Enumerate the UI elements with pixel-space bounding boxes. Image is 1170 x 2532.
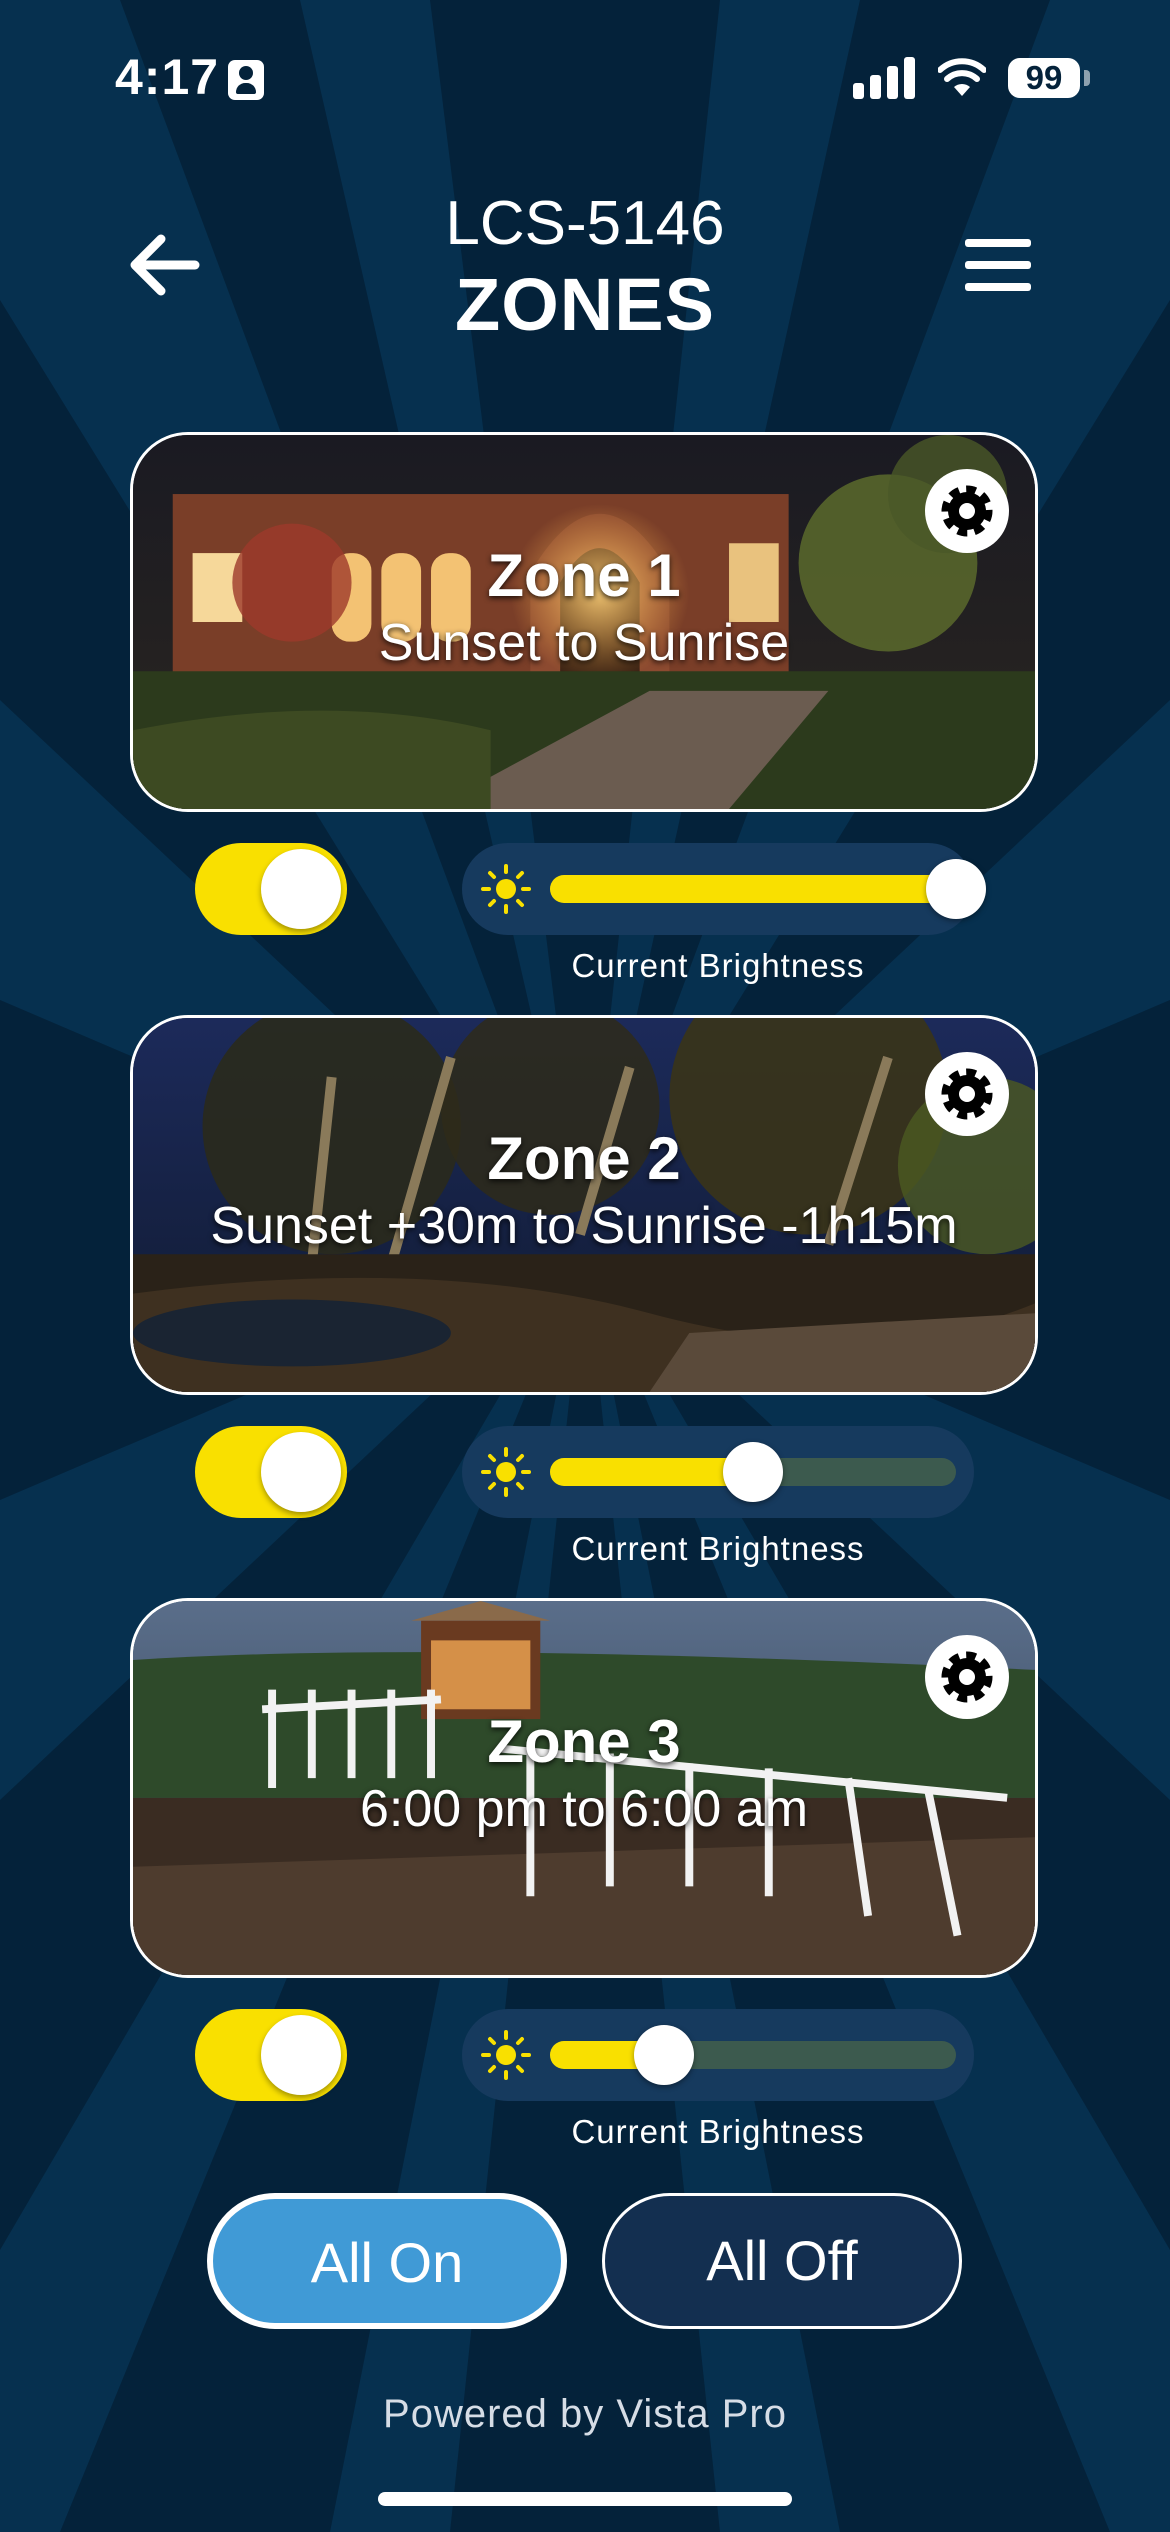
powered-by-footer: Powered by Vista Pro [383,2392,787,2436]
all-on-button[interactable]: All On [207,2193,567,2329]
gear-icon [941,485,993,537]
zone-3-brightness-slider[interactable] [462,2009,974,2101]
zone-name: Zone 2 [487,1125,681,1192]
zone-card-3[interactable]: Zone 3 6:00 pm to 6:00 am [130,1598,1038,1978]
zone-name: Zone 3 [487,1708,681,1775]
arrow-left-icon [130,234,200,296]
zone-card-2[interactable]: Zone 2 Sunset +30m to Sunrise -1h15m [130,1015,1038,1395]
slider-knob[interactable] [926,859,986,919]
zone-1-power-toggle[interactable] [195,843,347,935]
zone-1-text: Zone 1 Sunset to Sunrise [133,540,1035,674]
zone-3-text: Zone 3 6:00 pm to 6:00 am [133,1706,1035,1840]
battery-tip [1084,70,1090,86]
slider-knob[interactable] [633,2025,694,2085]
device-id: LCS-5146 [445,189,725,258]
contact-card-icon [228,60,264,100]
gear-icon [941,1068,993,1120]
gear-icon [941,1651,993,1703]
brightness-label: Current Brightness [571,1530,865,1567]
page-title: ZONES [455,263,715,346]
brightness-label: Current Brightness [571,2113,865,2150]
zone-settings-button[interactable] [925,469,1009,553]
zone-2-text: Zone 2 Sunset +30m to Sunrise -1h15m [133,1123,1035,1257]
zone-name: Zone 1 [487,542,681,609]
slider-knob[interactable] [723,1442,783,1502]
zone-2-brightness-slider[interactable] [462,1426,974,1518]
zone-3-power-toggle[interactable] [195,2009,347,2101]
sun-icon [481,2030,531,2080]
zone-1-brightness-slider[interactable] [462,843,986,935]
battery-icon: 99 [1008,58,1080,98]
all-off-button[interactable]: All Off [602,2193,962,2329]
zone-2-power-toggle[interactable] [195,1426,347,1518]
back-button[interactable] [125,225,205,305]
zone-schedule: Sunset to Sunrise [378,614,790,672]
wifi-icon [938,58,986,96]
status-time: 4:17 [115,49,220,105]
sun-icon [481,1447,531,1497]
zone-card-1[interactable]: Zone 1 Sunset to Sunrise [130,432,1038,812]
hamburger-menu-icon [965,239,1031,247]
menu-button[interactable] [965,237,1035,293]
zone-schedule: 6:00 pm to 6:00 am [359,1780,809,1838]
zone-settings-button[interactable] [925,1635,1009,1719]
home-indicator[interactable] [378,2492,792,2506]
brightness-label: Current Brightness [571,947,865,984]
zone-settings-button[interactable] [925,1052,1009,1136]
cellular-signal-icon [853,57,915,99]
sun-icon [481,864,531,914]
zone-schedule: Sunset +30m to Sunrise -1h15m [210,1197,958,1255]
